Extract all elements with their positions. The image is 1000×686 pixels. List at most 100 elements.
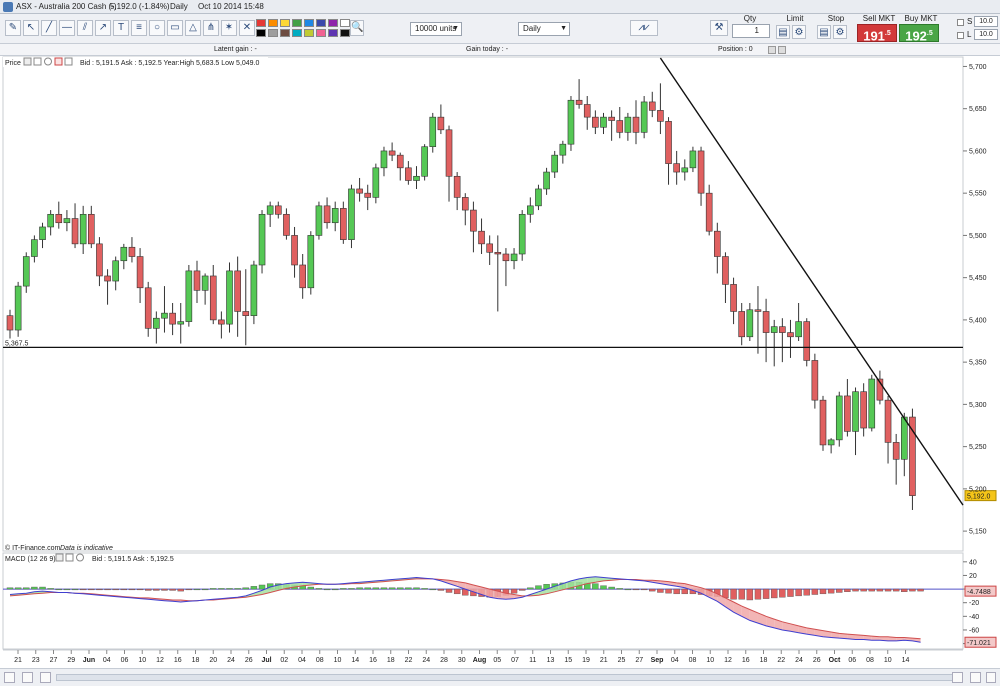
color-swatch[interactable] <box>268 29 278 37</box>
macd-quote: Bid : 5,191.5 Ask : 5,192.5 <box>92 556 174 563</box>
limit-edit-icon[interactable]: ⚙ <box>792 25 806 39</box>
chart-type-icon[interactable]: ⩘⩗ <box>630 20 658 36</box>
candle <box>429 112 437 153</box>
interval-select[interactable]: Daily ▼ <box>518 22 570 36</box>
qty-value: 1 <box>754 26 759 35</box>
color-swatch[interactable] <box>340 19 350 27</box>
macd-histogram-bar <box>323 588 331 591</box>
x-tick-label: 13 <box>547 657 555 664</box>
ellipse-tool-icon[interactable]: ○ <box>149 20 165 36</box>
candle-body <box>63 218 71 224</box>
pointer-icon[interactable]: ↖ <box>23 20 39 36</box>
candle <box>258 210 266 274</box>
position-close-icon[interactable] <box>768 46 776 54</box>
macd-histogram-bar <box>201 588 209 591</box>
zoom-in-icon[interactable] <box>952 672 963 683</box>
macd-hist-badge-text: -4.7488 <box>967 589 991 596</box>
macd-histogram-bar <box>917 588 924 592</box>
text-tool-icon[interactable]: T <box>113 20 129 36</box>
color-swatch[interactable] <box>280 19 290 27</box>
x-tick-label: 04 <box>671 657 679 664</box>
rectangle-tool-icon[interactable]: ▭ <box>167 20 183 36</box>
candle-body <box>852 391 859 432</box>
wrench-icon[interactable]: ⚒ <box>710 20 728 36</box>
candle-body <box>6 315 14 331</box>
color-swatch[interactable] <box>316 29 326 37</box>
x-tick-label: 12 <box>724 657 732 664</box>
candle-body <box>787 332 794 338</box>
print-icon[interactable] <box>40 672 51 683</box>
candle-body <box>445 129 453 177</box>
fib-tool-icon[interactable]: ≡ <box>131 20 147 36</box>
price-info-icon[interactable] <box>64 57 73 66</box>
price-add-icon[interactable] <box>54 57 63 66</box>
candle-body <box>738 311 746 338</box>
chart-area[interactable]: 5,367.5 5,192.0 5,150 5,200 5,250 5,300 5,350… <box>0 56 1000 668</box>
candle-body <box>657 110 664 122</box>
candle-body <box>323 205 331 224</box>
color-swatch[interactable] <box>340 29 350 37</box>
units-select[interactable]: 10000 units ▼ <box>410 22 462 36</box>
color-swatch[interactable] <box>256 29 266 37</box>
price-window-icon[interactable] <box>33 57 42 66</box>
line-tool-icon[interactable]: ╱ <box>41 20 57 36</box>
pitchfork-tool-icon[interactable]: ⋔ <box>203 20 219 36</box>
s-value-input[interactable]: 10.0 <box>974 16 998 27</box>
color-swatch[interactable] <box>256 19 266 27</box>
triangle-tool-icon[interactable]: △ <box>185 20 201 36</box>
color-swatch[interactable] <box>304 19 314 27</box>
sell-market-button[interactable]: 191.5 <box>857 24 897 43</box>
zoom-out-icon[interactable] <box>970 672 981 683</box>
l-checkbox[interactable] <box>957 32 964 39</box>
color-swatch[interactable] <box>280 29 290 37</box>
scroll-right-icon[interactable] <box>986 672 996 683</box>
macd-y-tick-label: -40 <box>969 614 979 621</box>
horizontal-line-icon[interactable]: ― <box>59 20 75 36</box>
macd-settings-icon[interactable] <box>55 553 64 562</box>
candle <box>14 281 22 337</box>
stop-edit-icon[interactable]: ⚙ <box>833 25 847 39</box>
macd-histogram-bar <box>63 588 71 591</box>
buy-market-button[interactable]: 192.5 <box>899 24 939 43</box>
candle-body <box>754 309 762 312</box>
color-swatch[interactable] <box>328 29 338 37</box>
price-close-icon[interactable] <box>44 57 52 66</box>
macd-histogram-bar <box>193 588 201 591</box>
macd-histogram-bar <box>242 587 249 590</box>
arrow-tool-icon[interactable]: ↗ <box>95 20 111 36</box>
limit-order-icon[interactable]: ▤ <box>776 25 790 39</box>
l-value-input[interactable]: 10.0 <box>974 29 998 40</box>
gann-tool-icon[interactable]: ✶ <box>221 20 237 36</box>
time-scrollbar[interactable] <box>56 674 956 681</box>
candle <box>348 184 355 249</box>
macd-histogram-bar <box>632 588 640 591</box>
ruler-icon[interactable]: ✎ <box>5 20 21 36</box>
channel-tool-icon[interactable]: ⫽ <box>77 20 93 36</box>
qty-input[interactable]: 1 <box>732 24 770 38</box>
color-swatch[interactable] <box>316 19 326 27</box>
scroll-start-icon[interactable] <box>4 672 15 683</box>
candle-body <box>291 235 298 266</box>
position-details-icon[interactable] <box>778 46 786 54</box>
macd-histogram-bar <box>738 588 745 600</box>
color-swatch[interactable] <box>292 19 302 27</box>
color-swatch[interactable] <box>328 19 338 27</box>
color-swatch[interactable] <box>292 29 302 37</box>
macd-histogram-bar <box>348 588 355 590</box>
macd-window-icon[interactable] <box>65 553 74 562</box>
color-swatch[interactable] <box>268 19 278 27</box>
macd-histogram-bar <box>120 588 128 591</box>
scroll-left-icon[interactable] <box>22 672 33 683</box>
candle-body <box>153 317 160 329</box>
color-swatch[interactable] <box>304 29 314 37</box>
price-settings-icon[interactable] <box>23 57 32 66</box>
zoom-icon[interactable]: 🔍 <box>350 20 364 36</box>
datetime-label: Oct 10 2014 15:48 <box>198 2 264 11</box>
delete-drawings-icon[interactable]: ✕ <box>239 20 255 36</box>
candle-body <box>201 275 209 291</box>
stop-order-icon[interactable]: ▤ <box>817 25 831 39</box>
x-tick-label: 07 <box>511 657 519 664</box>
macd-close-icon[interactable] <box>76 553 84 562</box>
macd-histogram-bar <box>88 588 95 591</box>
s-checkbox[interactable] <box>957 19 964 26</box>
